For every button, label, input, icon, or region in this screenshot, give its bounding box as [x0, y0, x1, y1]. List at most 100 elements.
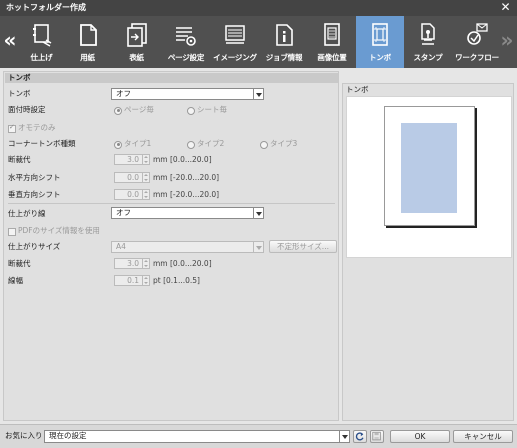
stamp-icon [421, 23, 435, 45]
tab-stamp[interactable]: スタンプ [404, 16, 452, 68]
tab-crop-marks[interactable]: トンボ [356, 16, 404, 68]
radio-type3[interactable]: タイプ3 [260, 139, 297, 149]
finishing-icon [32, 24, 51, 47]
radio-per-page[interactable]: ページ毎 [114, 105, 154, 115]
line-width-unit: pt [0.1...0.5] [153, 276, 200, 285]
corner-type-label: コーナートンボ種類 [8, 139, 76, 148]
workflow-icon [467, 23, 488, 45]
cancel-button[interactable]: キャンセル [453, 430, 513, 443]
tab-label: 用紙 [80, 53, 95, 62]
h-shift-label: 水平方向シフト [8, 173, 61, 182]
trim-line-value: オフ [116, 208, 131, 217]
tab-label: トンボ [369, 53, 391, 62]
line-width-value: 0.1 [127, 276, 139, 285]
favorites-label: お気に入り [5, 431, 43, 440]
omote-only-checkbox[interactable]: オモテのみ [8, 122, 56, 133]
stepper-arrows-icon[interactable] [142, 155, 149, 164]
line-width-stepper[interactable]: 0.1 [114, 275, 150, 286]
v-shift-value: 0.0 [127, 190, 139, 199]
save-favorite-button[interactable] [370, 430, 384, 443]
tab-page-settings[interactable]: ページ設定 [162, 16, 210, 68]
tab-label: イメージング [213, 53, 257, 62]
ok-button[interactable]: OK [390, 430, 450, 443]
window-title-bar: ホットフォルダー作成 ✕ [0, 0, 517, 16]
tab-job-info[interactable]: ジョブ情報 [260, 16, 308, 68]
job-info-icon [276, 24, 293, 46]
bleed-label: 断裁代 [8, 155, 31, 164]
finish-size-select[interactable]: A4 [111, 241, 264, 253]
favorites-value: 現在の設定 [49, 431, 87, 440]
h-shift-value: 0.0 [127, 173, 139, 182]
tombo-label: トンボ [8, 89, 31, 98]
refresh-button[interactable] [353, 430, 367, 443]
tab-label: スタンプ [413, 53, 443, 62]
radio-type1[interactable]: タイプ1 [114, 139, 151, 149]
category-toolbar: « 仕上げ 用紙 表紙 ページ設定 イメージング ジョブ情報 画像位置 トンボ … [0, 16, 517, 68]
tab-label: ジョブ情報 [265, 53, 303, 62]
face-setting-label: 面付時設定 [8, 105, 46, 114]
settings-panel: トンボ トンボ オフ 面付時設定 ページ毎 シート毎 オモテのみ コーナートンボ… [3, 71, 339, 421]
image-position-icon [324, 23, 340, 46]
finish-size-label: 仕上がりサイズ [8, 242, 61, 251]
section-title: トンボ [5, 73, 338, 83]
chevron-down-icon [253, 89, 263, 99]
bleed-value: 3.0 [127, 155, 139, 164]
stepper-arrows-icon[interactable] [142, 190, 149, 199]
bleed-unit: mm [0.0...20.0] [153, 155, 212, 164]
radio-per-sheet[interactable]: シート毎 [187, 105, 227, 115]
bleed2-label: 断裁代 [8, 259, 31, 268]
tombo-value: オフ [116, 89, 131, 98]
scroll-right-icon[interactable]: » [498, 16, 516, 68]
refresh-icon [355, 432, 364, 441]
chevron-down-icon [339, 431, 349, 442]
tab-image-position[interactable]: 画像位置 [308, 16, 356, 68]
favorites-select[interactable]: 現在の設定 [44, 430, 350, 443]
window-title: ホットフォルダー作成 [6, 3, 86, 12]
stepper-arrows-icon[interactable] [142, 276, 149, 285]
tab-label: 仕上げ [30, 53, 53, 62]
tombo-select[interactable]: オフ [111, 88, 264, 100]
chevron-down-icon [253, 208, 263, 218]
bleed2-unit: mm [0.0...20.0] [153, 259, 212, 268]
pdf-size-checkbox[interactable]: PDFのサイズ情報を使用 [8, 226, 100, 236]
tab-paper[interactable]: 用紙 [64, 16, 111, 68]
bleed2-stepper[interactable]: 3.0 [114, 258, 150, 269]
tab-label: 表紙 [129, 53, 144, 62]
v-shift-unit: mm [-20.0...20.0] [153, 190, 220, 199]
v-shift-label: 垂直方向シフト [8, 190, 61, 199]
divider [8, 203, 335, 204]
tab-finishing[interactable]: 仕上げ [19, 16, 64, 68]
paper-icon [79, 24, 97, 46]
tab-workflow[interactable]: ワークフロー [452, 16, 502, 68]
bleed2-value: 3.0 [127, 259, 139, 268]
crop-marks-icon [372, 23, 388, 46]
v-shift-stepper[interactable]: 0.0 [114, 189, 150, 200]
h-shift-stepper[interactable]: 0.0 [114, 172, 150, 183]
trim-line-select[interactable]: オフ [111, 207, 264, 219]
h-shift-unit: mm [-20.0...20.0] [153, 173, 220, 182]
tab-label: 画像位置 [317, 53, 347, 62]
image-area-preview [401, 123, 457, 213]
tab-label: ワークフロー [455, 53, 499, 62]
preview-canvas [346, 96, 512, 258]
tab-imaging[interactable]: イメージング [210, 16, 260, 68]
line-width-label: 線幅 [8, 276, 23, 285]
tab-label: ページ設定 [167, 53, 205, 62]
trim-line-label: 仕上がり線 [8, 209, 46, 218]
scroll-left-icon[interactable]: « [1, 16, 19, 68]
radio-type2[interactable]: タイプ2 [187, 139, 224, 149]
stepper-arrows-icon[interactable] [142, 259, 149, 268]
stepper-arrows-icon[interactable] [142, 173, 149, 182]
imaging-icon [225, 25, 245, 44]
save-icon [372, 431, 381, 441]
tab-cover[interactable]: 表紙 [111, 16, 162, 68]
close-icon[interactable]: ✕ [499, 1, 512, 14]
finish-size-value: A4 [116, 242, 126, 251]
cover-icon [126, 23, 147, 47]
page-settings-icon [176, 27, 196, 46]
chevron-down-icon [253, 242, 263, 252]
footer-bar: お気に入り 現在の設定 OK キャンセル [0, 424, 517, 448]
paper-preview [384, 106, 475, 226]
custom-size-button[interactable]: 不定形サイズ... [269, 240, 337, 253]
bleed-stepper[interactable]: 3.0 [114, 154, 150, 165]
